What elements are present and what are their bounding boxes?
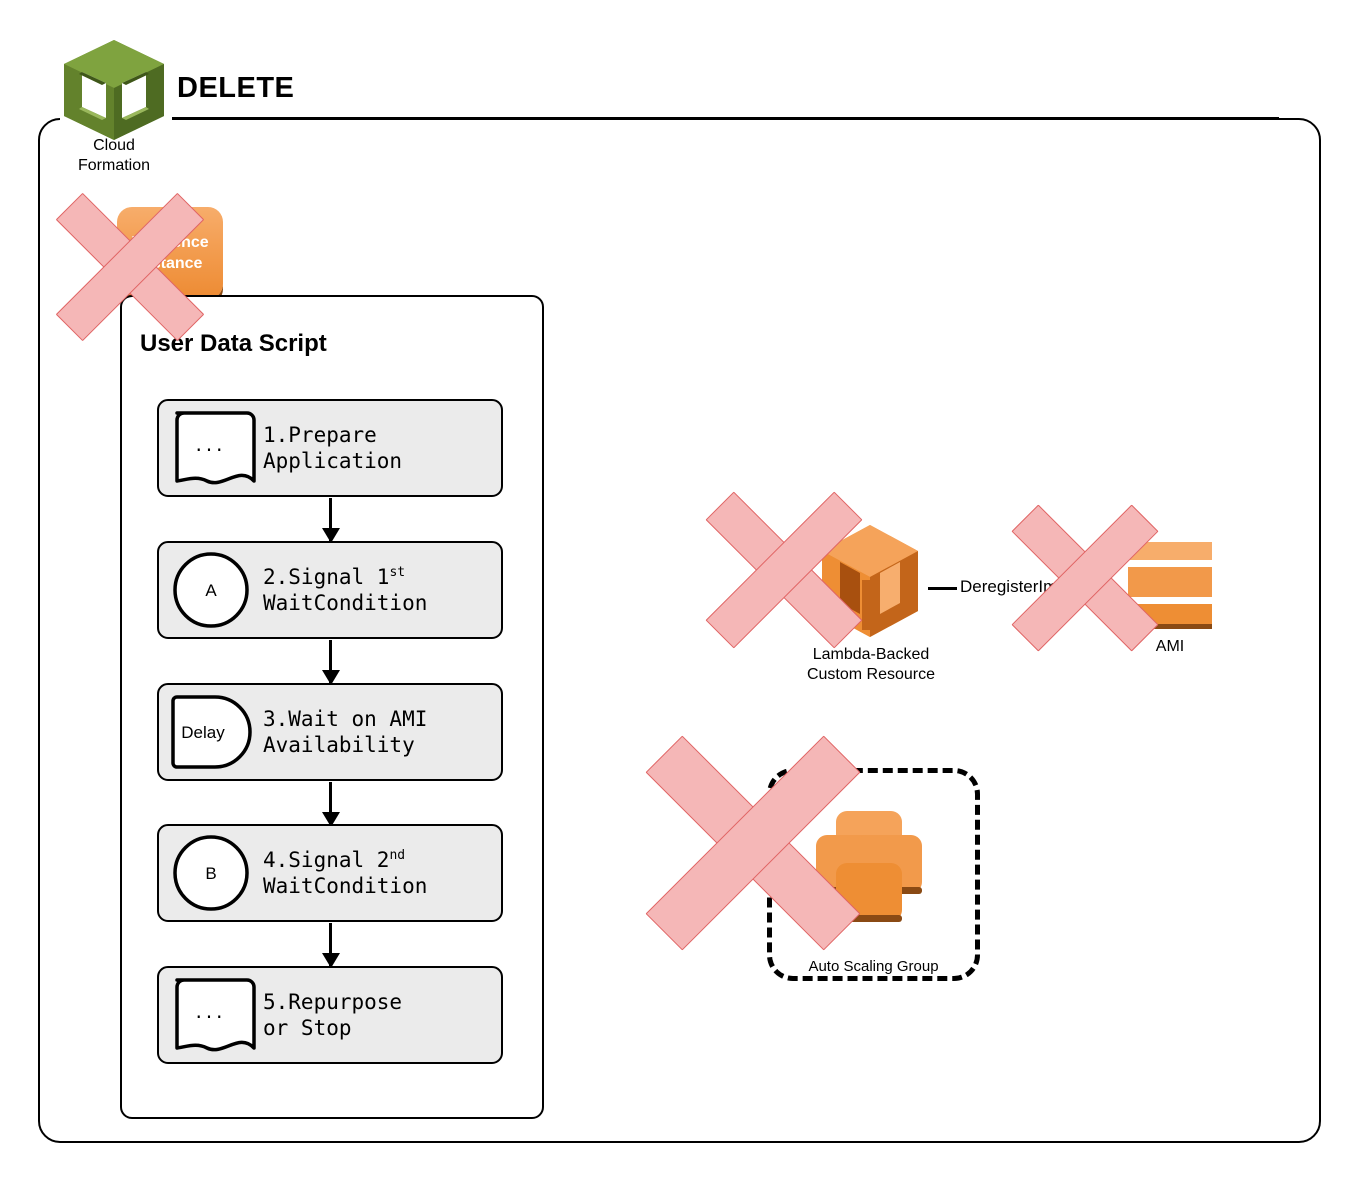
flow-step-4-label-pre: 4.Signal 2 [263,848,390,872]
flow-step-3-label: 3.Wait on AMI Availability [263,707,428,757]
flow-step-2: A 2.Signal 1st WaitCondition [157,541,503,639]
document-note-icon: ... [159,966,263,1064]
cloudformation-label-line2: Formation [77,157,151,174]
cloudformation-label-line1: Cloud [93,137,135,154]
flow-step-4-label-post: WaitCondition [263,874,428,898]
auto-scaling-group-label: Auto Scaling Group [808,958,939,975]
document-note-icon: ... [159,399,263,497]
flow-arrow-4 [322,923,338,968]
flow-step-4-label-sup: nd [389,848,406,863]
user-data-script-title: User Data Script [140,330,327,357]
connector-circle-icon: B [159,824,263,922]
ami-icon [1124,538,1216,634]
delay-icon-label: Delay [181,723,225,742]
cloudformation-label: Cloud Formation [50,136,178,176]
flow-step-1: ... 1.Prepare Application [157,399,503,497]
page-title: DELETE [177,72,295,104]
reference-instance-label-line1: Reference [131,234,209,251]
flow-step-3: Delay 3.Wait on AMI Availability [157,683,503,781]
deregister-image-label: DeregisterImage [957,577,1089,597]
reference-instance-label-line2: Instance [137,255,203,272]
flow-step-2-label-pre: 2.Signal 1 [263,565,390,589]
flow-arrow-3 [322,782,338,827]
lambda-cube-icon [818,522,922,640]
lambda-label-line1: Lambda-Backed [812,646,930,663]
flow-step-4-label: 4.Signal 2nd WaitCondition [263,847,427,899]
reference-instance-badge: Reference Instance [117,207,223,299]
flow-step-5-label: 5.Repurpose or Stop [263,990,403,1040]
flow-step-1-label: 1.Prepare Application [263,423,403,473]
delay-icon: Delay [159,683,263,781]
svg-text:...: ... [194,436,225,456]
cloudformation-cube-icon [62,38,166,142]
ami-label: AMI [1155,638,1185,655]
auto-scaling-group-instances-icon [800,805,948,945]
lambda-label-line2: Custom Resource [806,666,936,683]
flow-step-2-label: 2.Signal 1st WaitCondition [263,564,427,616]
flow-arrow-1 [322,498,338,543]
flow-step-2-label-post: WaitCondition [263,591,428,615]
flow-step-2-label-sup: st [389,565,406,580]
flow-step-4: B 4.Signal 2nd WaitCondition [157,824,503,922]
flow-step-5: ... 5.Repurpose or Stop [157,966,503,1064]
connector-circle-icon: A [159,541,263,639]
diagram-canvas: Cloud Formation DELETE Reference Instanc… [0,0,1360,1200]
svg-text:...: ... [194,1003,225,1023]
connector-letter-b: B [205,864,216,883]
lambda-custom-resource-label: Lambda-Backed Custom Resource [785,645,957,685]
flow-arrow-2 [322,640,338,685]
connector-letter-a: A [205,581,217,600]
